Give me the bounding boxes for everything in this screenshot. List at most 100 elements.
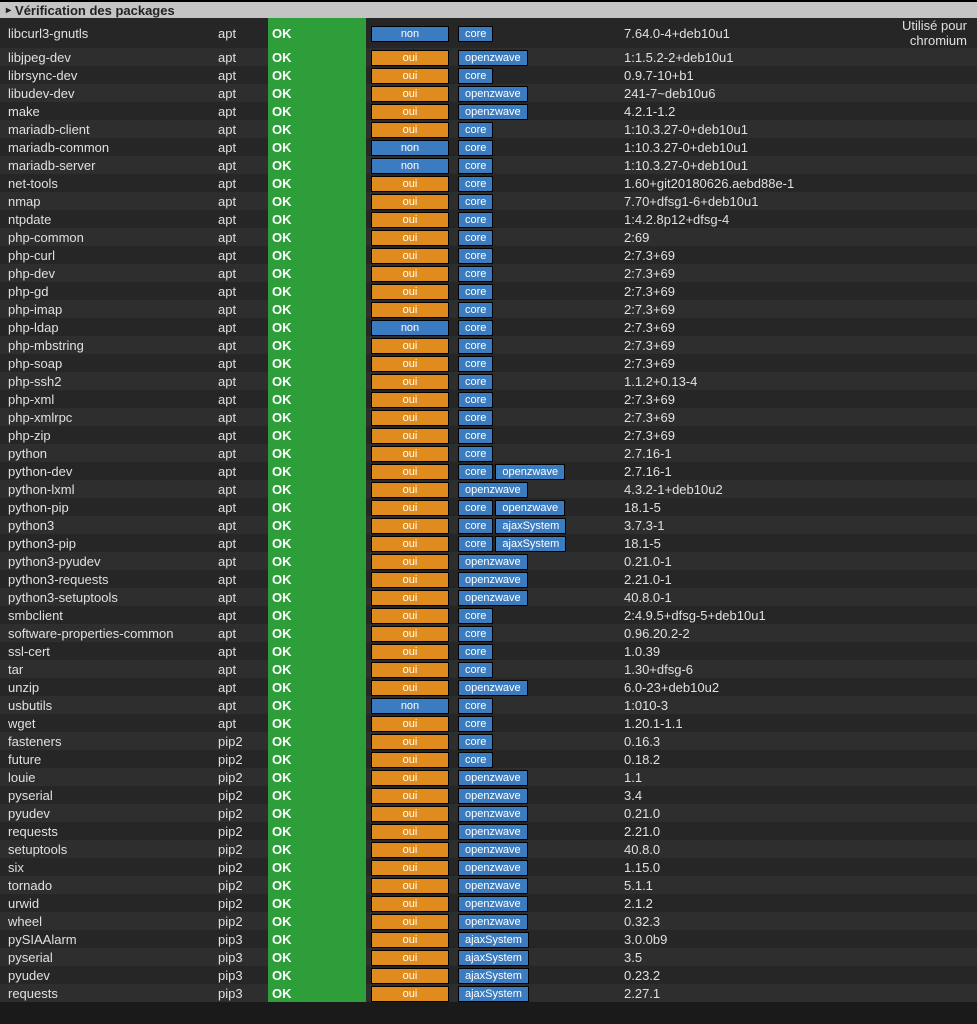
- section-header[interactable]: ▸ Vérification des packages: [0, 0, 977, 18]
- package-type: pip2: [218, 750, 268, 768]
- package-note: [840, 174, 977, 192]
- required-badge: oui: [371, 176, 449, 192]
- package-version: 2.7.16-1: [620, 444, 840, 462]
- package-status: OK: [268, 120, 366, 138]
- package-note: [840, 354, 977, 372]
- table-row: python3aptOKouicoreajaxSystem3.7.3-1: [0, 516, 977, 534]
- package-version: 0.21.0: [620, 804, 840, 822]
- required-badge: oui: [371, 878, 449, 894]
- tag-badge: core: [458, 428, 493, 444]
- tag-badge: core: [458, 698, 493, 714]
- package-name: smbclient: [0, 606, 218, 624]
- package-note: [840, 606, 977, 624]
- package-status: OK: [268, 102, 366, 120]
- tag-badge: openzwave: [495, 464, 565, 480]
- table-row: nmapaptOKouicore7.70+dfsg1-6+deb10u1: [0, 192, 977, 210]
- required-badge: oui: [371, 554, 449, 570]
- package-tags-cell: core: [454, 192, 620, 210]
- package-type: apt: [218, 696, 268, 714]
- package-version: 0.21.0-1: [620, 552, 840, 570]
- required-badge: oui: [371, 716, 449, 732]
- package-type: apt: [218, 318, 268, 336]
- package-note: [840, 282, 977, 300]
- tag-badge: core: [458, 410, 493, 426]
- required-badge: oui: [371, 518, 449, 534]
- tag-badge: openzwave: [458, 86, 528, 102]
- required-badge: oui: [371, 194, 449, 210]
- package-status: OK: [268, 804, 366, 822]
- package-status: OK: [268, 534, 366, 552]
- package-status: OK: [268, 318, 366, 336]
- package-version: 2:7.3+69: [620, 354, 840, 372]
- package-tags-cell: ajaxSystem: [454, 966, 620, 984]
- table-row: fastenerspip2OKouicore0.16.3: [0, 732, 977, 750]
- package-version: 2:7.3+69: [620, 300, 840, 318]
- required-badge: oui: [371, 482, 449, 498]
- package-version: 0.96.20.2-2: [620, 624, 840, 642]
- tag-badge: core: [458, 140, 493, 156]
- package-version: 1:010-3: [620, 696, 840, 714]
- package-type: apt: [218, 300, 268, 318]
- package-version: 3.5: [620, 948, 840, 966]
- tag-badge: core: [458, 68, 493, 84]
- package-version: 1.1: [620, 768, 840, 786]
- required-badge: oui: [371, 446, 449, 462]
- package-tags-cell: core: [454, 156, 620, 174]
- required-badge: oui: [371, 428, 449, 444]
- required-badge: oui: [371, 302, 449, 318]
- package-required-cell: oui: [366, 354, 454, 372]
- package-note: [840, 498, 977, 516]
- package-note: [840, 120, 977, 138]
- package-required-cell: non: [366, 696, 454, 714]
- package-note: [840, 300, 977, 318]
- package-version: 3.4: [620, 786, 840, 804]
- tag-badge: core: [458, 464, 493, 480]
- table-row: python-lxmlaptOKouiopenzwave4.3.2-1+deb1…: [0, 480, 977, 498]
- package-tags-cell: openzwave: [454, 876, 620, 894]
- table-row: setuptoolspip2OKouiopenzwave40.8.0: [0, 840, 977, 858]
- chevron-right-icon: ▸: [6, 5, 11, 16]
- table-row: requestspip2OKouiopenzwave2.21.0: [0, 822, 977, 840]
- package-required-cell: non: [366, 318, 454, 336]
- required-badge: oui: [371, 464, 449, 480]
- package-version: 40.8.0-1: [620, 588, 840, 606]
- tag-badge: core: [458, 302, 493, 318]
- package-name: python-dev: [0, 462, 218, 480]
- package-tags-cell: core: [454, 336, 620, 354]
- table-row: php-ssh2aptOKouicore1.1.2+0.13-4: [0, 372, 977, 390]
- package-status: OK: [268, 390, 366, 408]
- package-note: [840, 660, 977, 678]
- tag-badge: core: [458, 518, 493, 534]
- package-type: apt: [218, 228, 268, 246]
- package-version: 1.0.39: [620, 642, 840, 660]
- package-note: [840, 912, 977, 930]
- package-status: OK: [268, 948, 366, 966]
- required-badge: oui: [371, 248, 449, 264]
- package-tags-cell: core: [454, 606, 620, 624]
- tag-badge: openzwave: [458, 896, 528, 912]
- required-badge: oui: [371, 662, 449, 678]
- package-tags-cell: openzwave: [454, 804, 620, 822]
- package-name: python3-setuptools: [0, 588, 218, 606]
- package-name: ntpdate: [0, 210, 218, 228]
- package-version: 5.1.1: [620, 876, 840, 894]
- package-version: 18.1-5: [620, 534, 840, 552]
- package-status: OK: [268, 840, 366, 858]
- tag-badge: openzwave: [458, 806, 528, 822]
- package-note: [840, 462, 977, 480]
- table-row: wheelpip2OKouiopenzwave0.32.3: [0, 912, 977, 930]
- table-row: ssl-certaptOKouicore1.0.39: [0, 642, 977, 660]
- package-status: OK: [268, 858, 366, 876]
- tag-badge: core: [458, 320, 493, 336]
- package-name: future: [0, 750, 218, 768]
- package-note: [840, 66, 977, 84]
- package-note: [840, 480, 977, 498]
- tag-badge: core: [458, 392, 493, 408]
- package-tags-cell: core: [454, 714, 620, 732]
- table-row: taraptOKouicore1.30+dfsg-6: [0, 660, 977, 678]
- package-required-cell: oui: [366, 534, 454, 552]
- package-status: OK: [268, 48, 366, 66]
- package-name: setuptools: [0, 840, 218, 858]
- package-type: apt: [218, 264, 268, 282]
- package-status: OK: [268, 894, 366, 912]
